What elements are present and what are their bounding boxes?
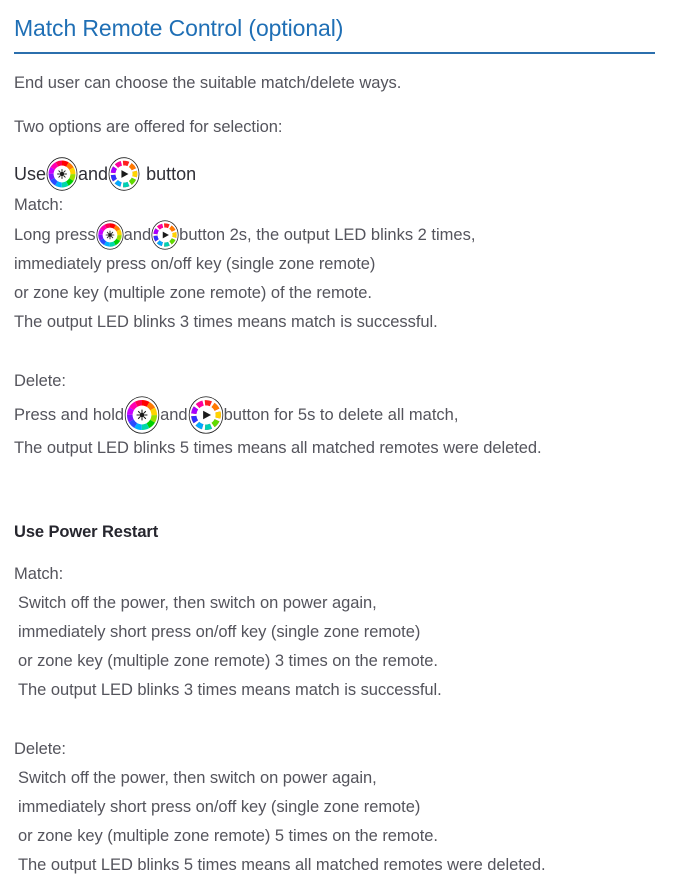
buttons-delete-label: Delete: xyxy=(14,367,664,396)
rainbow-ring-brightness-icon[interactable] xyxy=(96,220,124,250)
use-label-post: button xyxy=(146,164,197,184)
intro-text-2: Two options are offered for selection: xyxy=(14,118,283,136)
power-match-line4-text: The output LED blinks 3 times means matc… xyxy=(18,681,442,699)
match-line3-text: or zone key (multiple zone remote) of th… xyxy=(14,284,372,302)
power-match-line-3: or zone key (multiple zone remote) 3 tim… xyxy=(14,647,664,676)
buttons-match-line-4: The output LED blinks 3 times means matc… xyxy=(14,308,664,337)
power-delete-label-text: Delete: xyxy=(14,740,66,758)
match-line4-text: The output LED blinks 3 times means matc… xyxy=(14,313,438,331)
power-match-line3-text: or zone key (multiple zone remote) 3 tim… xyxy=(18,652,438,670)
intro-text-1: End user can choose the suitable match/d… xyxy=(14,74,402,92)
power-match-label: Match: xyxy=(14,560,664,589)
rainbow-ring-brightness-icon[interactable] xyxy=(46,157,78,191)
delete-line1-mid: and xyxy=(160,405,188,424)
manual-page: Match Remote Control (optional) End user… xyxy=(0,0,678,891)
power-match-line2-text: immediately short press on/off key (sing… xyxy=(18,623,421,641)
power-delete-line-4: The output LED blinks 5 times means all … xyxy=(14,851,664,880)
match-line1-post: button 2s, the output LED blinks 2 times… xyxy=(179,225,476,244)
match-line1-pre: Long press xyxy=(14,225,96,244)
page-title: Match Remote Control (optional) xyxy=(14,15,344,41)
delete-line1-pre: Press and hold xyxy=(14,405,125,424)
rainbow-ring-mode-icon[interactable] xyxy=(188,396,224,434)
buttons-delete-line-2: The output LED blinks 5 times means all … xyxy=(14,434,664,463)
power-delete-label: Delete: xyxy=(14,735,664,764)
delete-label-text: Delete: xyxy=(14,372,66,390)
intro-line-1: End user can choose the suitable match/d… xyxy=(14,69,664,98)
power-delete-line-2: immediately short press on/off key (sing… xyxy=(14,793,664,822)
power-delete-line3-text: or zone key (multiple zone remote) 5 tim… xyxy=(18,827,438,845)
power-match-line-1: Switch off the power, then switch on pow… xyxy=(14,589,664,618)
match-line2-text: immediately press on/off key (single zon… xyxy=(14,255,376,273)
power-delete-line-1: Switch off the power, then switch on pow… xyxy=(14,764,664,793)
match-label-text: Match: xyxy=(14,196,64,214)
delete-line1-post: button for 5s to delete all match, xyxy=(223,405,459,424)
buttons-delete-line-1: Press and hold and button for 5s to dele… xyxy=(14,396,664,434)
delete-line2-text: The output LED blinks 5 times means all … xyxy=(14,439,542,457)
power-match-line1-text: Switch off the power, then switch on pow… xyxy=(18,594,377,612)
rainbow-ring-mode-icon[interactable] xyxy=(108,157,140,191)
buttons-match-label: Match: xyxy=(14,191,664,220)
buttons-match-line-1: Long press and button 2s, the output LED… xyxy=(14,220,664,250)
use-label-mid: and xyxy=(78,164,109,184)
power-match-line-4: The output LED blinks 3 times means matc… xyxy=(14,676,664,705)
power-delete-line1-text: Switch off the power, then switch on pow… xyxy=(18,769,377,787)
buttons-match-line-3: or zone key (multiple zone remote) of th… xyxy=(14,279,664,308)
intro-line-2: Two options are offered for selection: xyxy=(14,113,664,142)
power-delete-line2-text: immediately short press on/off key (sing… xyxy=(18,798,421,816)
use-buttons-line: Use and button xyxy=(14,157,664,191)
rainbow-ring-mode-icon[interactable] xyxy=(151,220,179,250)
power-delete-line-3: or zone key (multiple zone remote) 5 tim… xyxy=(14,822,664,851)
rainbow-ring-brightness-icon[interactable] xyxy=(124,396,160,434)
power-delete-line4-text: The output LED blinks 5 times means all … xyxy=(18,856,546,874)
power-match-label-text: Match: xyxy=(14,565,64,583)
power-restart-heading: Use Power Restart xyxy=(14,523,159,541)
match-line1-mid: and xyxy=(123,225,152,244)
power-match-line-2: immediately short press on/off key (sing… xyxy=(14,618,664,647)
buttons-match-line-2: immediately press on/off key (single zon… xyxy=(14,250,664,279)
use-label-pre: Use xyxy=(14,164,47,184)
